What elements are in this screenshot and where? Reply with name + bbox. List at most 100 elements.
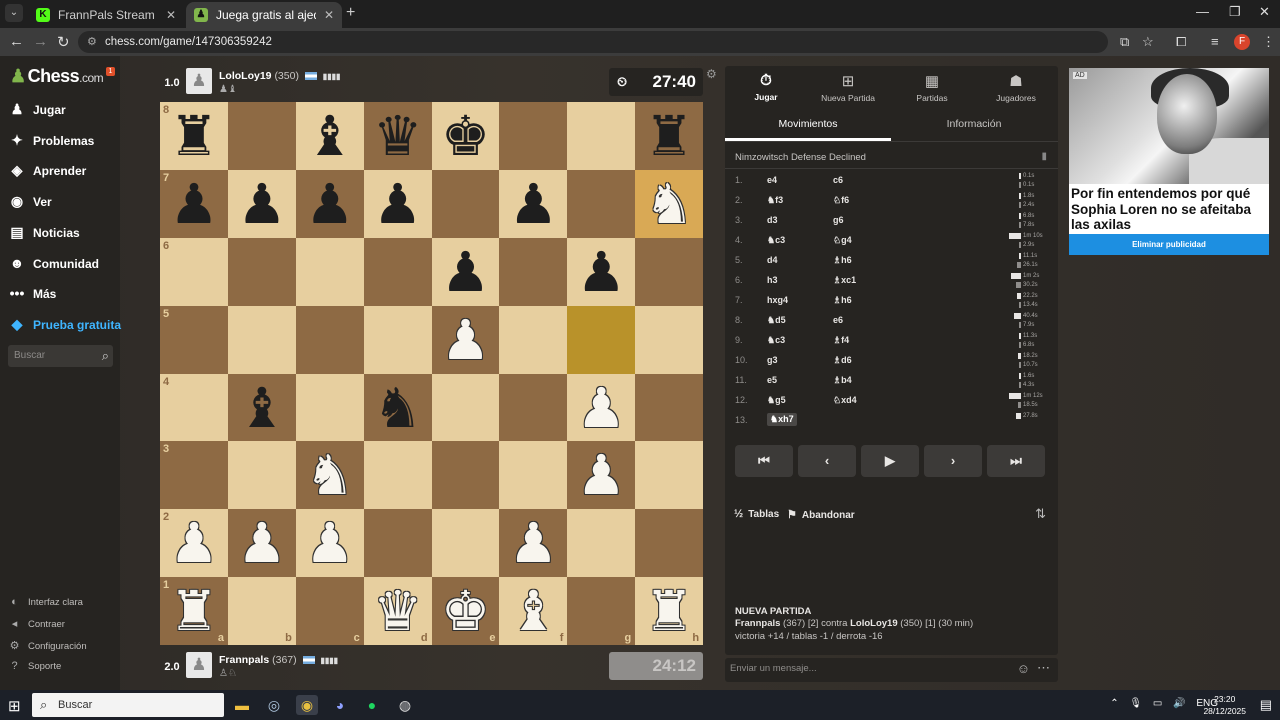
square-b6[interactable] <box>227 237 296 306</box>
draw-button[interactable]: ½ Tablas <box>734 508 779 520</box>
sidebar-footer-interfaz-clara[interactable]: ◐ Interfaz clara <box>8 596 83 608</box>
white-move[interactable]: ♞f3 <box>767 195 783 206</box>
white-move[interactable]: ♞g5 <box>767 395 786 406</box>
ad-image[interactable]: AD <box>1069 68 1269 184</box>
black-move[interactable]: ♘g4 <box>833 235 852 246</box>
chrome-icon[interactable]: ◉ <box>296 695 318 715</box>
white-knight-icon[interactable]: ♞ <box>296 441 364 509</box>
white-move[interactable]: g3 <box>767 355 778 365</box>
network-icon[interactable]: ▭ <box>1153 698 1162 709</box>
square-g3[interactable]: ♟ <box>567 441 636 510</box>
square-g7[interactable] <box>567 169 636 238</box>
black-move[interactable]: ♗d6 <box>833 355 852 366</box>
volume-icon[interactable]: 🔊 <box>1173 698 1185 709</box>
square-c2[interactable]: ♟ <box>295 509 364 578</box>
sidebar-item-ver[interactable]: ◉ Ver <box>8 190 52 212</box>
back-icon[interactable]: ← <box>9 33 24 50</box>
sidebar-item-más[interactable]: ••• Más <box>8 282 57 304</box>
notification-badge[interactable]: 1 <box>106 67 115 76</box>
opening-book-icon[interactable]: ▮ <box>1041 151 1047 162</box>
tab-movimientos[interactable]: Movimientos <box>725 118 891 130</box>
media-icon[interactable]: ≡ <box>1211 34 1219 49</box>
minimize-icon[interactable]: — <box>1196 4 1209 19</box>
black-pawn-icon[interactable]: ♟ <box>160 170 228 238</box>
sidebar-footer-contraer[interactable]: ◂ Contraer <box>8 617 65 630</box>
square-a8[interactable]: ♜ 8 <box>160 102 228 170</box>
close-tab-icon[interactable]: ✕ <box>324 2 334 28</box>
square-e5[interactable]: ♟ <box>431 305 500 374</box>
black-move[interactable]: c6 <box>833 175 843 185</box>
black-move[interactable]: ♗b4 <box>833 375 852 386</box>
taskbar-search-input[interactable]: ⌕ Buscar <box>32 693 224 717</box>
square-a6[interactable]: 6 <box>160 237 228 306</box>
black-move[interactable]: ♘xd4 <box>833 395 857 406</box>
panel-tab-nueva-partida[interactable]: ⊞ Nueva Partida <box>813 72 883 103</box>
square-d3[interactable] <box>363 441 432 510</box>
square-c5[interactable] <box>295 305 364 374</box>
square-g8[interactable] <box>567 102 636 170</box>
square-d4[interactable]: ♞ <box>363 373 432 442</box>
white-knight-icon[interactable]: ♞ <box>635 170 703 238</box>
square-h5[interactable] <box>635 305 704 374</box>
windows-start-icon[interactable]: ⊞ <box>8 697 21 715</box>
white-pawn-icon[interactable]: ♟ <box>567 374 635 442</box>
square-a7[interactable]: ♟ 7 <box>160 169 228 238</box>
sidebar-item-jugar[interactable]: ♟ Jugar <box>8 98 66 120</box>
square-b3[interactable] <box>227 441 296 510</box>
square-e3[interactable] <box>431 441 500 510</box>
white-pawn-icon[interactable]: ♟ <box>228 509 296 577</box>
square-a1[interactable]: ♜ 1 a <box>160 577 228 646</box>
square-b4[interactable]: ♝ <box>227 373 296 442</box>
black-pawn-icon[interactable]: ♟ <box>499 170 567 238</box>
square-c8[interactable]: ♝ <box>295 102 364 170</box>
square-f1[interactable]: ♝ f <box>499 577 568 646</box>
obs-icon[interactable]: ◍ <box>394 695 416 715</box>
resign-button[interactable]: ⚑ Abandonar <box>787 508 855 521</box>
flip-board-icon[interactable]: ⇅ <box>1035 506 1046 522</box>
square-d5[interactable] <box>363 305 432 374</box>
last-move-button[interactable]: ⏭ <box>987 445 1045 477</box>
square-c3[interactable]: ♞ <box>295 441 364 510</box>
sidebar-item-prueba-gratuita[interactable]: ◆ Prueba gratuita <box>8 313 121 335</box>
square-d1[interactable]: ♛ d <box>363 577 432 646</box>
square-f3[interactable] <box>499 441 568 510</box>
white-move[interactable]: ♞c3 <box>767 335 785 346</box>
sidebar-item-noticias[interactable]: ▤ Noticias <box>8 221 79 243</box>
bottom-player-name[interactable]: Frannpals <box>219 654 269 666</box>
square-b5[interactable] <box>227 305 296 374</box>
square-e4[interactable] <box>431 373 500 442</box>
square-h7[interactable]: ♞ <box>635 169 704 238</box>
square-d2[interactable] <box>363 509 432 578</box>
square-f6[interactable] <box>499 237 568 306</box>
black-move[interactable]: g6 <box>833 215 844 225</box>
white-move[interactable]: d4 <box>767 255 778 265</box>
file-explorer-icon[interactable]: ▬ <box>231 695 253 715</box>
white-move[interactable]: ♞xh7 <box>767 413 797 426</box>
remove-ads-button[interactable]: Eliminar publicidad <box>1069 234 1269 255</box>
extensions-icon[interactable]: ⧠ <box>1176 34 1186 50</box>
url-input[interactable]: ⚙ chess.com/game/147306359242 <box>78 31 1108 53</box>
sidebar-footer-soporte[interactable]: ? Soporte <box>8 660 61 672</box>
white-move[interactable]: e4 <box>767 175 777 185</box>
sidebar-footer-configuración[interactable]: ⚙ Configuración <box>8 639 87 652</box>
top-player-name[interactable]: LoloLoy19 <box>219 70 272 82</box>
square-b7[interactable]: ♟ <box>227 169 296 238</box>
square-h1[interactable]: ♜ h <box>635 577 704 646</box>
square-g2[interactable] <box>567 509 636 578</box>
more-options-icon[interactable]: ⋯ <box>1037 660 1050 676</box>
ad-headline[interactable]: Por fin entendemos por qué Sophia Loren … <box>1071 186 1267 233</box>
site-info-icon[interactable]: ⚙ <box>87 31 97 53</box>
square-a3[interactable]: 3 <box>160 441 228 510</box>
close-tab-icon[interactable]: ✕ <box>166 2 176 28</box>
black-rook-icon[interactable]: ♜ <box>160 102 228 170</box>
square-d8[interactable]: ♛ <box>363 102 432 170</box>
square-c6[interactable] <box>295 237 364 306</box>
white-move[interactable]: ♞c3 <box>767 235 785 246</box>
sidebar-item-comunidad[interactable]: ☻ Comunidad <box>8 252 99 274</box>
square-g1[interactable]: g <box>567 577 636 646</box>
next-move-button[interactable]: › <box>924 445 982 477</box>
white-move[interactable]: ♞d5 <box>767 315 786 326</box>
restore-icon[interactable]: ❐ <box>1229 4 1241 20</box>
square-h6[interactable] <box>635 237 704 306</box>
square-g4[interactable]: ♟ <box>567 373 636 442</box>
